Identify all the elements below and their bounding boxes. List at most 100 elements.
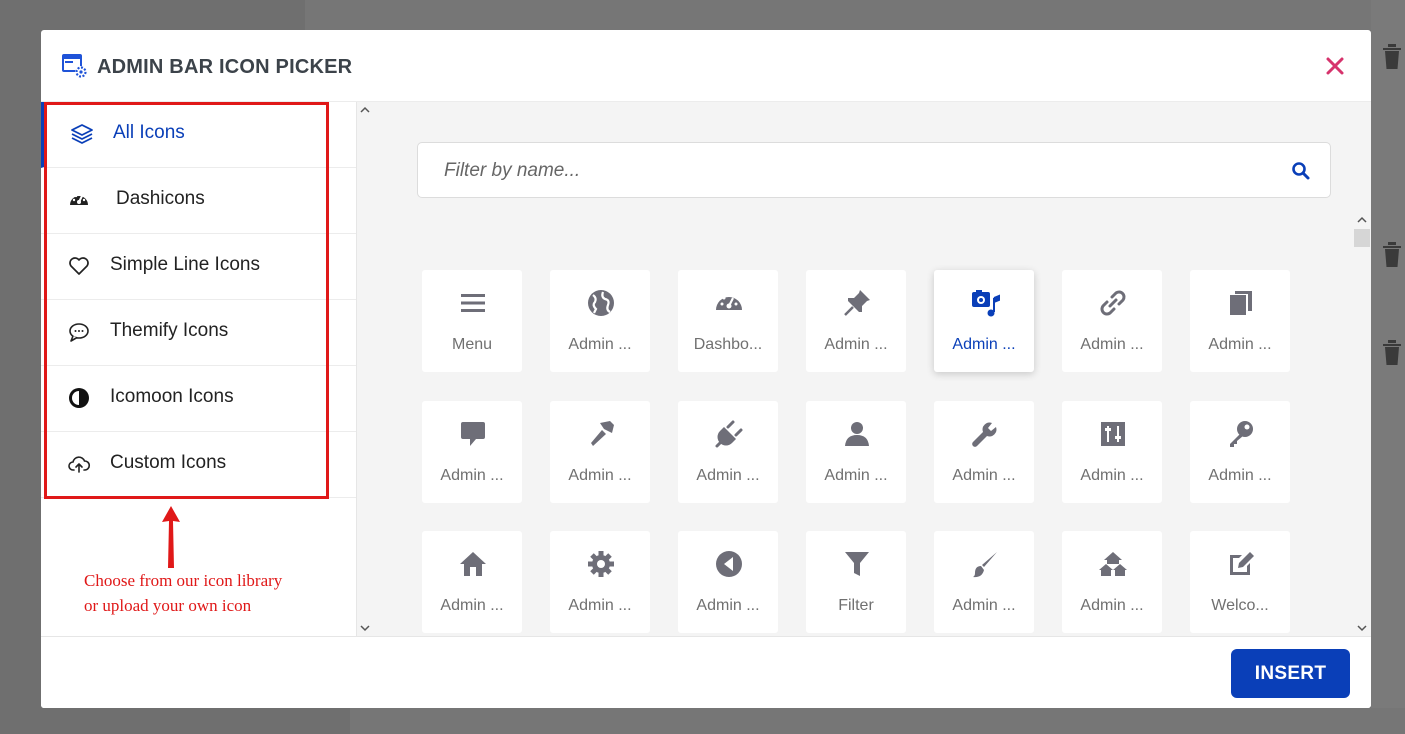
- tab-label: Custom Icons: [110, 452, 227, 473]
- icon-tile[interactable]: Admin ...: [1062, 270, 1162, 372]
- icon-tile[interactable]: Admin ...: [1062, 401, 1162, 503]
- tools-icon: [972, 422, 997, 447]
- tab-custom-icons[interactable]: Custom Icons: [41, 432, 356, 498]
- tile-label: Welco...: [1211, 597, 1269, 614]
- scroll-thumb[interactable]: [1354, 229, 1370, 247]
- icon-tile-selected[interactable]: Admin ...: [934, 270, 1034, 372]
- tile-label: Admin ...: [568, 467, 632, 484]
- edit-icon: [1230, 552, 1254, 575]
- tile-label: Admin ...: [696, 467, 760, 484]
- icon-grid: Menu Admin ... Dashbo... Admin ... Admin…: [422, 241, 1302, 636]
- scroll-up-icon: [360, 106, 370, 113]
- tile-label: Admin ...: [1208, 336, 1272, 353]
- insert-button[interactable]: INSERT: [1231, 649, 1350, 698]
- icon-tile[interactable]: Admin ...: [934, 401, 1034, 503]
- contrast-icon: [67, 386, 91, 410]
- tile-label: Dashbo...: [693, 336, 763, 353]
- tab-icomoon-icons[interactable]: Icomoon Icons: [41, 366, 356, 432]
- comment-icon: [461, 422, 485, 446]
- dashboard-icon: [716, 293, 742, 310]
- icon-tile[interactable]: Admin ...: [550, 531, 650, 633]
- icon-library-sidebar: All Icons Dashicons Simple Line Icons Th…: [41, 102, 356, 636]
- icon-tile[interactable]: Admin ...: [422, 531, 522, 633]
- icon-tile[interactable]: Admin ...: [550, 401, 650, 503]
- tile-label: Admin ...: [824, 336, 888, 353]
- tab-themify-icons[interactable]: Themify Icons: [41, 300, 356, 366]
- tab-label: Icomoon Icons: [110, 386, 234, 407]
- tile-label: Admin ...: [440, 467, 504, 484]
- gear-icon: [588, 551, 614, 577]
- trash-icon: [1380, 240, 1404, 268]
- icon-grid-scrollbar[interactable]: [1353, 212, 1371, 636]
- tile-label: Admin ...: [824, 467, 888, 484]
- modal-header: ADMIN BAR ICON PICKER: [41, 30, 1371, 102]
- tile-label: Admin ...: [952, 597, 1016, 614]
- search-icon[interactable]: [1291, 161, 1311, 181]
- search-box: [417, 142, 1331, 198]
- tile-label: Admin ...: [1080, 336, 1144, 353]
- multisite-icon: [1099, 552, 1127, 576]
- icon-tile[interactable]: Admin ...: [678, 531, 778, 633]
- tile-label: Admin ...: [952, 467, 1016, 484]
- scroll-up-icon: [1357, 216, 1367, 223]
- icon-tile[interactable]: Filter: [806, 531, 906, 633]
- modal-title: ADMIN BAR ICON PICKER: [97, 56, 353, 78]
- sidebar-scrollbar[interactable]: [356, 102, 373, 636]
- tile-label: Menu: [451, 336, 493, 353]
- menu-icon: [461, 294, 485, 312]
- brush-icon: [973, 552, 997, 578]
- tab-all-icons[interactable]: All Icons: [41, 102, 356, 168]
- tab-label: All Icons: [113, 122, 185, 143]
- icon-tile[interactable]: Dashbo...: [678, 270, 778, 372]
- tab-label: Simple Line Icons: [110, 254, 260, 275]
- filter-icon: [845, 552, 869, 576]
- tile-label: Admin ...: [1080, 467, 1144, 484]
- tile-label: Admin ...: [952, 336, 1016, 353]
- settings-sliders-icon: [1101, 422, 1125, 446]
- icon-tile[interactable]: Admin ...: [806, 401, 906, 503]
- home-icon: [460, 552, 486, 576]
- collapse-icon: [716, 551, 742, 577]
- close-button[interactable]: [1323, 54, 1347, 78]
- scroll-down-icon: [1357, 625, 1367, 632]
- media-icon: [972, 290, 1000, 317]
- icon-tile[interactable]: Menu: [422, 270, 522, 372]
- chat-icon: [67, 320, 91, 344]
- plugins-icon: [715, 420, 743, 448]
- icon-tile[interactable]: Admin ...: [678, 401, 778, 503]
- annotation-line: Choose from our icon library: [84, 571, 283, 590]
- tile-label: Admin ...: [568, 336, 632, 353]
- icon-tile[interactable]: Admin ...: [550, 270, 650, 372]
- backdrop-panel: [305, 0, 1405, 30]
- heart-icon: [67, 254, 91, 278]
- users-icon: [845, 422, 869, 446]
- icon-tile[interactable]: Admin ...: [1190, 401, 1290, 503]
- dashboard-icon: [67, 188, 91, 212]
- backdrop-panel: [350, 708, 1405, 734]
- annotation-text: Choose from our icon library or upload y…: [84, 568, 324, 618]
- key-icon: [1230, 421, 1253, 447]
- icon-tile[interactable]: Admin ...: [806, 270, 906, 372]
- icon-tile[interactable]: Admin ...: [1062, 531, 1162, 633]
- tab-simple-line-icons[interactable]: Simple Line Icons: [41, 234, 356, 300]
- layers-icon: [70, 122, 94, 146]
- cloud-upload-icon: [67, 452, 91, 476]
- tile-label: Filter: [838, 597, 874, 614]
- backdrop-panel: [1371, 0, 1405, 734]
- search-input[interactable]: [444, 158, 1264, 184]
- tile-label: Admin ...: [696, 597, 760, 614]
- tab-label: Themify Icons: [110, 320, 229, 341]
- link-icon: [1100, 290, 1126, 316]
- trash-icon: [1380, 42, 1404, 70]
- pin-icon: [844, 290, 870, 316]
- modal-footer: INSERT: [41, 636, 1371, 708]
- globe-icon: [588, 290, 614, 316]
- window-gear-icon: [61, 52, 89, 80]
- tile-label: Admin ...: [1080, 597, 1144, 614]
- icon-tile[interactable]: Welco...: [1190, 531, 1290, 633]
- icon-tile[interactable]: Admin ...: [934, 531, 1034, 633]
- icon-tile[interactable]: Admin ...: [1190, 270, 1290, 372]
- icon-tile[interactable]: Admin ...: [422, 401, 522, 503]
- tile-label: Admin ...: [568, 597, 632, 614]
- tab-dashicons[interactable]: Dashicons: [41, 168, 356, 234]
